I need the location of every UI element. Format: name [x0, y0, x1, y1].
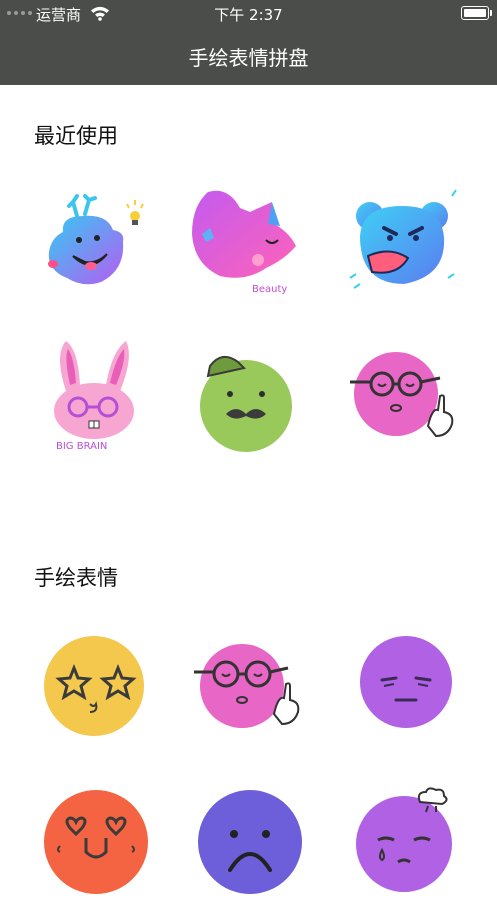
purple-dragon-face-icon: Beauty — [192, 190, 296, 295]
sticker-purple-crying[interactable] — [348, 778, 468, 898]
sticker-pink-glasses-2[interactable] — [188, 628, 308, 748]
angry-blue-bear-icon — [349, 189, 457, 289]
orange-heart-eyes-face-icon — [44, 790, 148, 894]
section-title-recent: 最近使用 — [34, 124, 118, 148]
purple-unimpressed-face-icon — [360, 636, 452, 728]
status-bar: 运营商 下午 2:37 — [0, 0, 497, 28]
purple-crying-face-cloud-icon — [356, 787, 452, 892]
green-face-mustache-hat-icon — [200, 355, 292, 452]
big-brain-text: BIG BRAIN — [56, 441, 107, 452]
battery-icon — [461, 6, 492, 20]
status-time: 下午 2:37 — [214, 6, 283, 24]
yellow-star-eyes-face-icon — [44, 636, 144, 736]
sticker-blue-deer[interactable] — [33, 180, 153, 300]
sticker-angry-bear[interactable] — [342, 180, 462, 300]
pink-face-glasses-hand-icon — [350, 352, 454, 438]
app-header: 运营商 下午 2:37 手绘表情拼盘 — [0, 0, 497, 85]
sticker-yellow-star-eyes[interactable] — [34, 628, 154, 748]
section-title-hand-drawn: 手绘表情 — [34, 566, 118, 590]
sticker-purple-dragon[interactable]: Beauty — [188, 182, 308, 302]
beauty-text: Beauty — [252, 284, 287, 295]
sticker-green-mustache[interactable] — [188, 338, 308, 458]
blue-deer-face-icon — [48, 194, 144, 285]
pink-bunny-glasses-icon: BIG BRAIN — [54, 341, 134, 452]
sticker-pink-glasses[interactable] — [340, 338, 460, 458]
sticker-purple-unimpressed[interactable] — [346, 628, 466, 748]
sticker-orange-heart-eyes[interactable] — [36, 778, 156, 898]
page-title: 手绘表情拼盘 — [188, 46, 309, 70]
blue-sad-face-icon — [198, 790, 302, 894]
pink-face-glasses-hand-icon — [194, 644, 300, 728]
sticker-pink-bunny[interactable]: BIG BRAIN — [36, 335, 156, 455]
sticker-blue-sad[interactable] — [190, 778, 310, 898]
